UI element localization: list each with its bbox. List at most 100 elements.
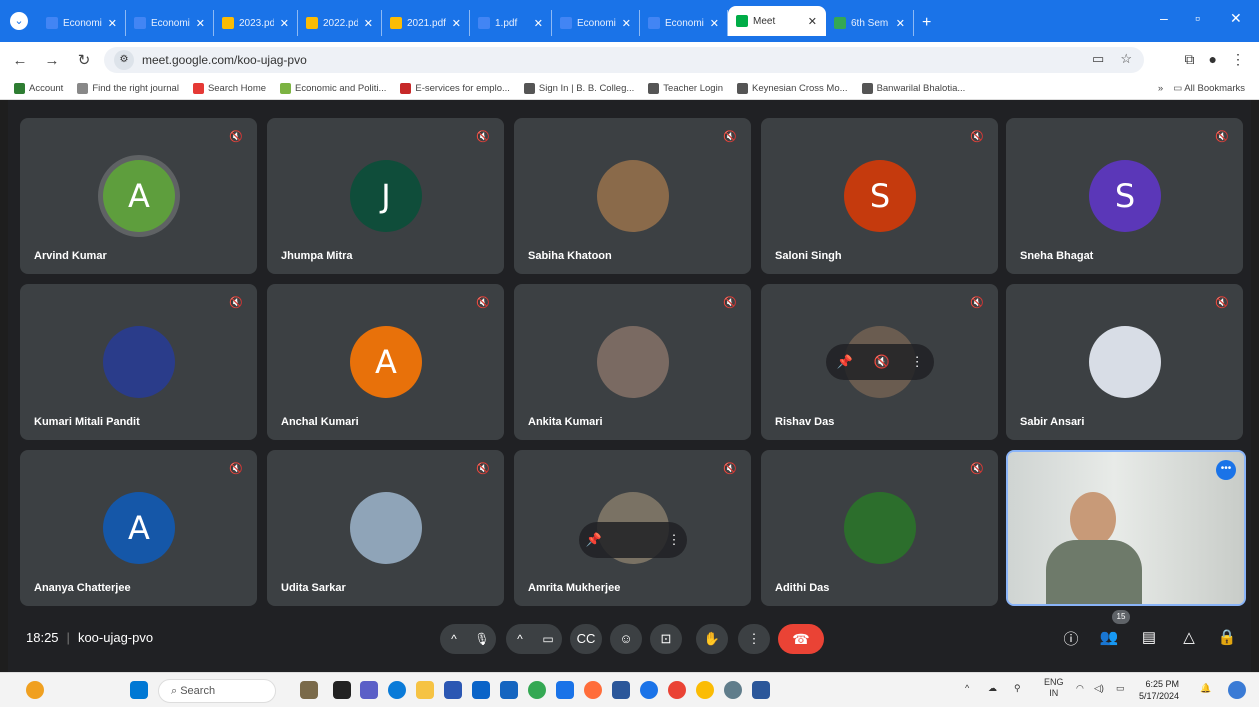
bookmark-item[interactable]: E-services for emplo...	[400, 83, 510, 94]
chrome-profile-2-icon[interactable]	[668, 681, 686, 699]
battery-icon[interactable]: ▭	[1116, 683, 1125, 694]
more-bookmarks-icon[interactable]: »	[1158, 83, 1163, 94]
participant-tile[interactable]: 🔇 Amrita Mukherjee 📌 ⋮	[514, 450, 751, 606]
profile-avatar[interactable]: ●	[1209, 51, 1217, 68]
store-icon[interactable]	[444, 681, 462, 699]
browser-tab[interactable]: Economic ✕	[552, 10, 640, 36]
taskbar-search-input[interactable]: ⌕ Search	[158, 679, 276, 703]
tab-close-icon[interactable]: ✕	[280, 17, 289, 30]
camera-icon[interactable]: ▭	[534, 632, 562, 646]
bookmark-item[interactable]: Account	[14, 83, 63, 94]
browser-tab[interactable]: Economic ✕	[640, 10, 728, 36]
self-video-tile[interactable]: •••Shashi Kr Shaw	[1006, 450, 1246, 606]
participant-tile[interactable]: 🔇 S Saloni Singh	[761, 118, 998, 274]
language-indicator[interactable]: ENG IN	[1044, 677, 1064, 699]
host-controls-lock-icon[interactable]: 🔒	[1216, 628, 1238, 646]
browser-tab[interactable]: 6th Sem ✕	[826, 10, 914, 36]
monitor-icon[interactable]	[556, 681, 574, 699]
participant-tile[interactable]: 🔇 A Anchal Kumari	[267, 284, 504, 440]
firefox-icon[interactable]	[584, 681, 602, 699]
chat-icon[interactable]: ▤	[1138, 628, 1160, 646]
participant-tile[interactable]: 🔇 Sabiha Khatoon	[514, 118, 751, 274]
pin-icon[interactable]: 📌	[585, 532, 601, 548]
participant-tile[interactable]: 🔇 J Jhumpa Mitra	[267, 118, 504, 274]
self-tile-more-icon[interactable]: •••	[1216, 460, 1236, 480]
chrome-profile-3-icon[interactable]	[696, 681, 714, 699]
edge-icon[interactable]	[388, 681, 406, 699]
tab-close-icon[interactable]: ✕	[808, 15, 817, 28]
tab-close-icon[interactable]: ✕	[534, 17, 543, 30]
activities-icon[interactable]: △	[1178, 628, 1200, 646]
browser-tab[interactable]: 1.pdf ✕	[470, 10, 552, 36]
volume-icon[interactable]: ◁)	[1094, 683, 1104, 694]
notification-bell-icon[interactable]: 🔔	[1200, 683, 1211, 694]
microphone-icon[interactable]: 🎙	[468, 632, 496, 646]
muted-mic-icon[interactable]: 🔇	[874, 354, 890, 370]
mic-options-chevron-icon[interactable]: ^	[440, 632, 468, 646]
app-window-icon[interactable]	[752, 681, 770, 699]
participant-tile[interactable]: 🔇 S Sneha Bhagat	[1006, 118, 1243, 274]
camera-options-chevron-icon[interactable]: ^	[506, 632, 534, 646]
extensions-icon[interactable]: ⧉	[1185, 51, 1195, 68]
participant-tile[interactable]: 🔇 A Arvind Kumar	[20, 118, 257, 274]
minimize-icon[interactable]: –	[1160, 10, 1168, 26]
participant-tile[interactable]: 🔇 Sabir Ansari	[1006, 284, 1243, 440]
people-icon[interactable]: 👥	[1098, 628, 1120, 646]
participant-tile[interactable]: 🔇 A Ananya Chatterjee	[20, 450, 257, 606]
tab-close-icon[interactable]: ✕	[896, 17, 905, 30]
bookmark-item[interactable]: Teacher Login	[648, 83, 723, 94]
tray-chevron-icon[interactable]: ^	[965, 683, 969, 693]
bookmark-star-icon[interactable]: ☆	[1120, 51, 1132, 67]
bookmark-item[interactable]: Search Home	[192, 83, 266, 94]
maximize-icon[interactable]: ▫	[1195, 10, 1200, 26]
tab-close-icon[interactable]: ✕	[452, 17, 461, 30]
menu-kebab-icon[interactable]: ⋮	[1231, 51, 1245, 68]
tab-close-icon[interactable]: ✕	[196, 17, 205, 30]
bookmark-item[interactable]: Find the right journal	[77, 83, 179, 94]
bookmark-item[interactable]: Keynesian Cross Mo...	[736, 83, 848, 94]
weather-icon[interactable]	[26, 681, 44, 699]
participant-tile[interactable]: 🔇 Ankita Kumari	[514, 284, 751, 440]
chrome-icon[interactable]	[528, 681, 546, 699]
wifi-icon[interactable]: ◠	[1076, 683, 1084, 694]
participant-tile[interactable]: 🔇 Kumari Mitali Pandit	[20, 284, 257, 440]
browser-tab[interactable]: Meet ✕	[728, 6, 826, 36]
all-bookmarks-folder[interactable]: ▭ All Bookmarks	[1173, 83, 1245, 94]
pin-icon[interactable]: 📌	[836, 354, 852, 370]
url-input[interactable]: ⚙ meet.google.com/koo-ujag-pvo ▭ ☆	[104, 47, 1144, 73]
captions-icon[interactable]: CC	[570, 624, 602, 654]
more-options-icon[interactable]: ⋮	[738, 624, 770, 654]
browser-tab[interactable]: Economic ✕	[38, 10, 126, 36]
tab-close-icon[interactable]: ✕	[364, 17, 373, 30]
participant-tile[interactable]: 🔇 Adithi Das	[761, 450, 998, 606]
word-icon[interactable]	[612, 681, 630, 699]
forward-arrow-icon[interactable]: →	[40, 52, 64, 69]
tab-close-icon[interactable]: ✕	[622, 17, 631, 30]
close-window-icon[interactable]: ✕	[1230, 10, 1242, 27]
tray-usb-icon[interactable]: ⚲	[1014, 683, 1021, 694]
present-screen-icon[interactable]: ⊡	[650, 624, 682, 654]
app-l-icon[interactable]	[500, 681, 518, 699]
tile-more-options-icon[interactable]: ⋮	[911, 354, 924, 370]
widgets-icon[interactable]	[300, 681, 318, 699]
tile-more-options-icon[interactable]: ⋮	[668, 532, 681, 548]
browser-tab[interactable]: Economic ✕	[126, 10, 214, 36]
mic-control[interactable]: ^ 🎙	[440, 624, 496, 654]
new-tab-plus-icon[interactable]: +	[914, 10, 939, 36]
reload-icon[interactable]: ↻	[72, 51, 96, 69]
participant-tile[interactable]: 🔇 Udita Sarkar	[267, 450, 504, 606]
emoji-reaction-icon[interactable]: ☺	[610, 624, 642, 654]
bookmark-item[interactable]: Banwarilal Bhalotia...	[861, 83, 965, 94]
participant-tile[interactable]: 🔇 Rishav Das 📌 🔇 ⋮	[761, 284, 998, 440]
bookmark-item[interactable]: Economic and Politi...	[280, 83, 386, 94]
start-windows-icon[interactable]	[130, 681, 148, 699]
chrome-profile-1-icon[interactable]	[640, 681, 658, 699]
tab-search-chevron-icon[interactable]: ⌄	[10, 12, 28, 30]
task-view-icon[interactable]	[333, 681, 351, 699]
mail-icon[interactable]	[472, 681, 490, 699]
tab-close-icon[interactable]: ✕	[108, 17, 117, 30]
tray-cloud-icon[interactable]: ☁	[988, 683, 997, 694]
bookmark-item[interactable]: Sign In | B. B. Colleg...	[523, 83, 634, 94]
system-clock[interactable]: 6:25 PM 5/17/2024	[1139, 678, 1179, 702]
browser-tab[interactable]: 2021.pdf ✕	[382, 10, 470, 36]
